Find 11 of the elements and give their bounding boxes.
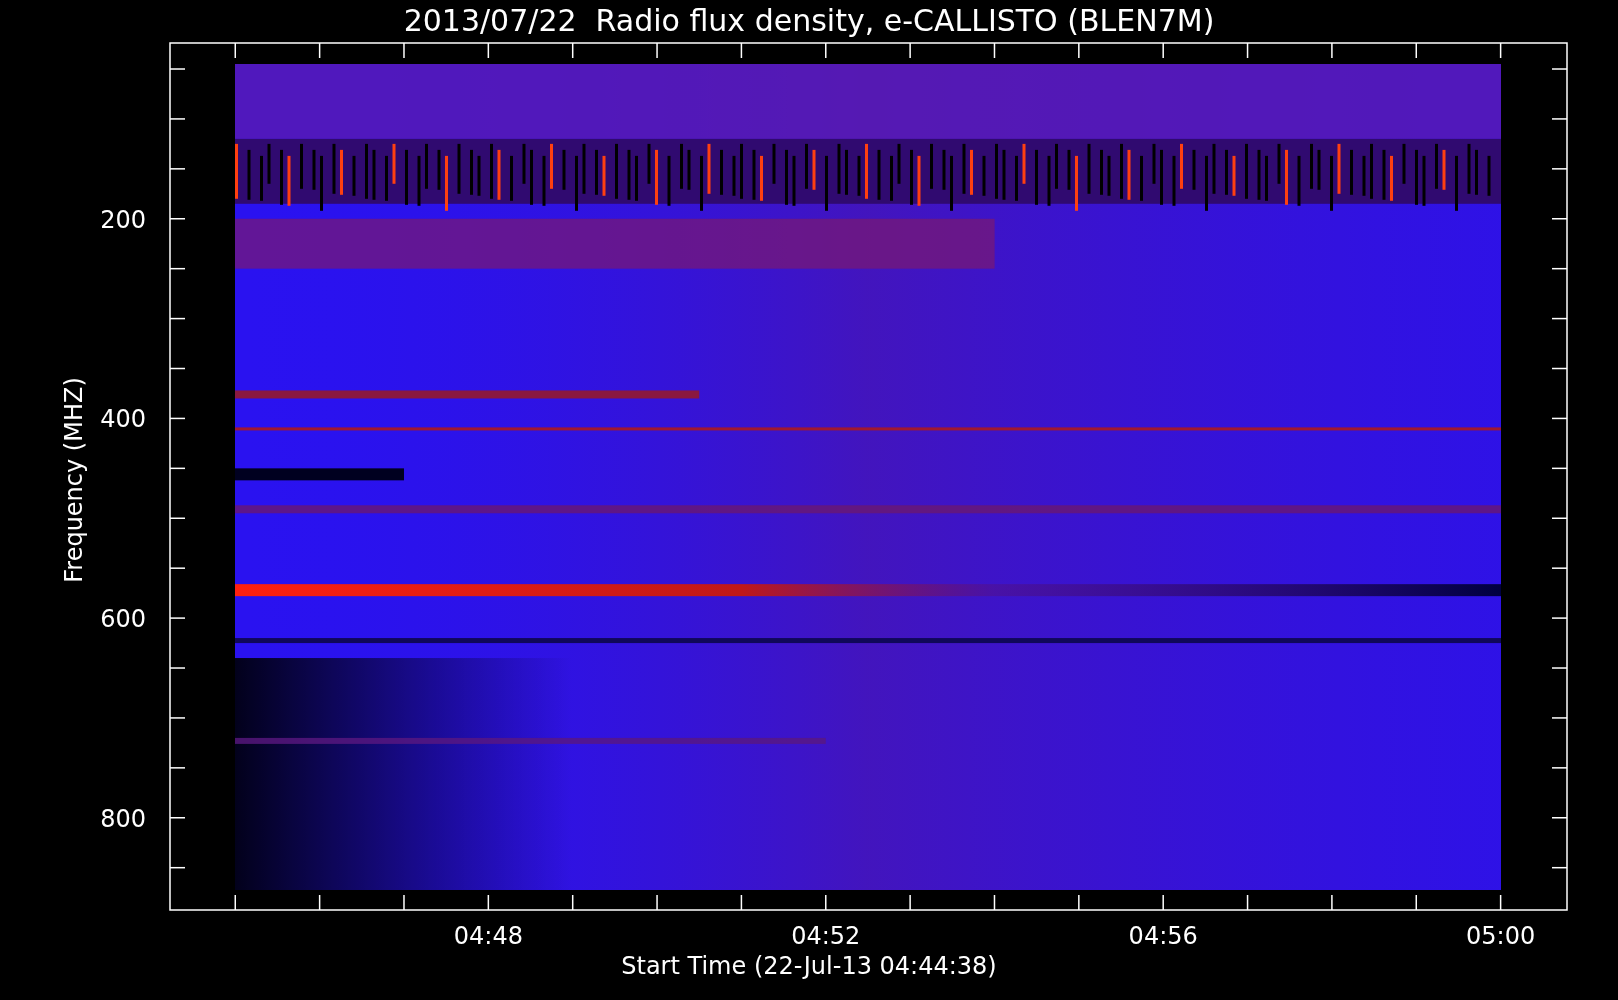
y-tick-label: 800 xyxy=(100,804,146,833)
y-tick-label: 200 xyxy=(100,205,146,234)
x-tick-label: 04:52 xyxy=(791,922,861,950)
x-tick-label: 04:56 xyxy=(1128,922,1198,950)
x-axis-label: Start Time (22-Jul-13 04:44:38) xyxy=(621,952,997,980)
y-tick-label: 600 xyxy=(100,605,146,634)
chart-title: 2013/07/22 Radio flux density, e-CALLISTO (BLEN7M) xyxy=(403,3,1215,38)
y-axis-label: Frequency (MHZ) xyxy=(60,377,88,583)
x-tick-label: 05:00 xyxy=(1466,922,1536,950)
x-tick-label: 04:48 xyxy=(453,922,523,950)
y-tick-label: 400 xyxy=(100,405,146,434)
